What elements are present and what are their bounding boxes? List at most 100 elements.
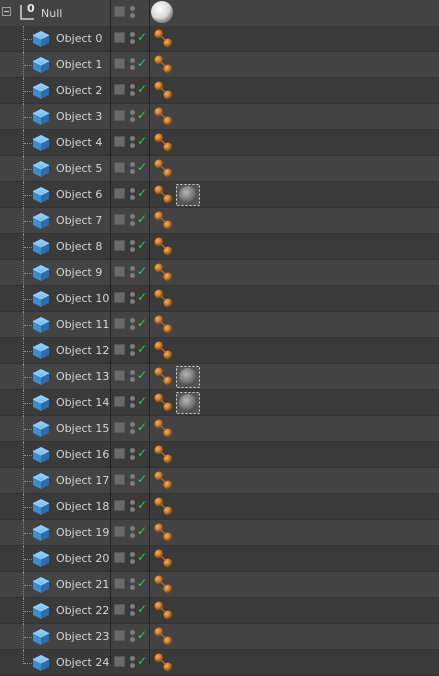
visibility-dots[interactable] <box>130 109 136 124</box>
phong-tag-icon[interactable] <box>153 418 175 440</box>
object-row[interactable]: Object 17 ✓ <box>0 468 439 494</box>
object-name[interactable]: Object 11 <box>56 318 109 331</box>
visibility-dots[interactable] <box>130 577 136 592</box>
object-name[interactable]: Object 14 <box>56 396 109 409</box>
layer-box[interactable] <box>114 162 125 173</box>
layer-box[interactable] <box>114 136 125 147</box>
checkmark-icon[interactable]: ✓ <box>137 212 147 226</box>
visibility-dots[interactable] <box>130 629 136 644</box>
visibility-dots[interactable] <box>130 369 136 384</box>
object-row[interactable]: Object 21 ✓ <box>0 572 439 598</box>
phong-tag-icon[interactable] <box>153 522 175 544</box>
layer-box[interactable] <box>114 604 125 615</box>
visibility-dots[interactable] <box>130 447 136 462</box>
object-row[interactable]: Object 16 ✓ <box>0 442 439 468</box>
phong-tag-icon[interactable] <box>153 600 175 622</box>
phong-tag-icon[interactable] <box>153 444 175 466</box>
object-name[interactable]: Object 5 <box>56 162 102 175</box>
object-name[interactable]: Object 13 <box>56 370 109 383</box>
visibility-dots[interactable] <box>130 499 136 514</box>
visibility-dots[interactable] <box>130 135 136 150</box>
object-row[interactable]: Object 4 ✓ <box>0 130 439 156</box>
visibility-dots[interactable] <box>130 395 136 410</box>
phong-tag-icon[interactable] <box>153 80 175 102</box>
object-name[interactable]: Object 12 <box>56 344 109 357</box>
object-name[interactable]: Object 18 <box>56 500 109 513</box>
layer-box[interactable] <box>114 396 125 407</box>
object-name[interactable]: Object 8 <box>56 240 102 253</box>
object-row[interactable]: Object 24 ✓ <box>0 650 439 676</box>
layer-box[interactable] <box>114 214 125 225</box>
layer-box[interactable] <box>114 84 125 95</box>
layer-box[interactable] <box>114 448 125 459</box>
object-row[interactable]: Object 22 ✓ <box>0 598 439 624</box>
object-row[interactable]: Object 7 ✓ <box>0 208 439 234</box>
checkmark-icon[interactable]: ✓ <box>137 238 147 252</box>
object-name[interactable]: Object 0 <box>56 32 102 45</box>
layer-box[interactable] <box>114 422 125 433</box>
phong-tag-icon[interactable] <box>153 574 175 596</box>
object-row[interactable]: Object 6 ✓ <box>0 182 439 208</box>
object-row[interactable]: Object 3 ✓ <box>0 104 439 130</box>
layer-box[interactable] <box>114 500 125 511</box>
collapse-toggle[interactable] <box>2 7 11 16</box>
checkmark-icon[interactable]: ✓ <box>137 368 147 382</box>
checkmark-icon[interactable]: ✓ <box>137 82 147 96</box>
checkmark-icon[interactable]: ✓ <box>137 576 147 590</box>
object-row[interactable]: Object 9 ✓ <box>0 260 439 286</box>
object-name[interactable]: Object 2 <box>56 84 102 97</box>
layer-box[interactable] <box>114 266 125 277</box>
object-row[interactable]: Object 2 ✓ <box>0 78 439 104</box>
layer-box[interactable] <box>114 110 125 121</box>
object-row[interactable]: Object 12 ✓ <box>0 338 439 364</box>
checkmark-icon[interactable]: ✓ <box>137 108 147 122</box>
object-row[interactable]: Object 11 ✓ <box>0 312 439 338</box>
checkmark-icon[interactable]: ✓ <box>137 654 147 668</box>
visibility-dots[interactable] <box>130 239 136 254</box>
object-name[interactable]: Null <box>41 7 62 20</box>
visibility-dots[interactable] <box>130 421 136 436</box>
object-name[interactable]: Object 17 <box>56 474 109 487</box>
visibility-dots[interactable] <box>130 655 136 670</box>
visibility-dots[interactable] <box>130 603 136 618</box>
checkmark-icon[interactable]: ✓ <box>137 602 147 616</box>
object-row[interactable]: Object 19 ✓ <box>0 520 439 546</box>
object-name[interactable]: Object 19 <box>56 526 109 539</box>
layer-box[interactable] <box>114 370 125 381</box>
layer-box[interactable] <box>114 292 125 303</box>
object-name[interactable]: Object 22 <box>56 604 109 617</box>
object-name[interactable]: Object 15 <box>56 422 109 435</box>
phong-tag-icon[interactable] <box>153 340 175 362</box>
object-row[interactable]: Object 13 ✓ <box>0 364 439 390</box>
checkmark-icon[interactable]: ✓ <box>137 342 147 356</box>
column-divider[interactable] <box>110 0 111 664</box>
object-row[interactable]: Object 0 ✓ <box>0 26 439 52</box>
visibility-dots[interactable] <box>130 473 136 488</box>
checkmark-icon[interactable]: ✓ <box>137 134 147 148</box>
visibility-dots[interactable] <box>130 525 136 540</box>
layer-box[interactable] <box>114 344 125 355</box>
layer-box[interactable] <box>114 318 125 329</box>
checkmark-icon[interactable]: ✓ <box>137 290 147 304</box>
phong-tag-icon[interactable] <box>153 184 175 206</box>
checkmark-icon[interactable]: ✓ <box>137 420 147 434</box>
object-name[interactable]: Object 6 <box>56 188 102 201</box>
object-row[interactable]: Object 18 ✓ <box>0 494 439 520</box>
object-name[interactable]: Object 16 <box>56 448 109 461</box>
material-tag-icon[interactable] <box>176 366 200 388</box>
checkmark-icon[interactable]: ✓ <box>137 186 147 200</box>
object-row[interactable]: Object 15 ✓ <box>0 416 439 442</box>
phong-tag-icon[interactable] <box>153 28 175 50</box>
object-name[interactable]: Object 10 <box>56 292 109 305</box>
visibility-dots[interactable] <box>130 551 136 566</box>
checkmark-icon[interactable]: ✓ <box>137 446 147 460</box>
object-name[interactable]: Object 21 <box>56 578 109 591</box>
checkmark-icon[interactable]: ✓ <box>137 628 147 642</box>
object-row[interactable]: Object 14 ✓ <box>0 390 439 416</box>
object-row[interactable]: Object 1 ✓ <box>0 52 439 78</box>
phong-tag-icon[interactable] <box>153 314 175 336</box>
visibility-dots[interactable] <box>130 317 136 332</box>
checkmark-icon[interactable]: ✓ <box>137 524 147 538</box>
object-name[interactable]: Object 7 <box>56 214 102 227</box>
material-tag-icon[interactable] <box>176 184 200 206</box>
